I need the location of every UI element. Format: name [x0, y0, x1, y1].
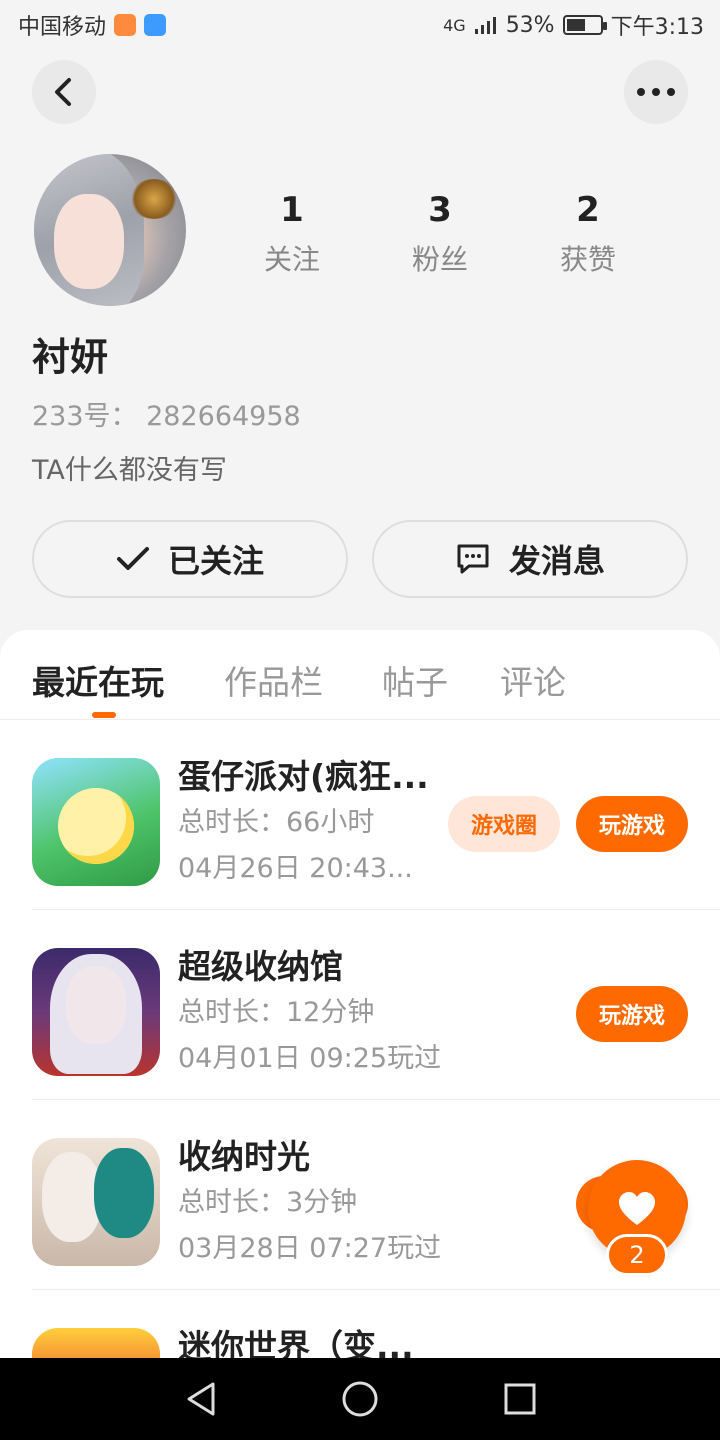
followed-button[interactable]: 已关注	[32, 520, 348, 598]
game-icon[interactable]	[32, 1138, 160, 1266]
tab-comments[interactable]: 评论	[500, 656, 566, 704]
system-nav-bar	[0, 1358, 720, 1440]
tab-bar: 最近在玩 作品栏 帖子 评论	[0, 630, 720, 720]
game-title: 超级收纳馆	[178, 947, 343, 986]
tab-works[interactable]: 作品栏	[224, 656, 323, 704]
game-title: 蛋仔派对(疯狂...	[178, 757, 429, 796]
game-last-played: 03月28日 07:27玩过	[178, 1233, 442, 1264]
tab-recently-played[interactable]: 最近在玩	[32, 656, 164, 704]
more-button[interactable]	[624, 60, 688, 124]
game-duration: 总时长：12分钟	[178, 997, 375, 1028]
play-game-button[interactable]: 玩游戏	[576, 796, 688, 852]
checkmark-icon	[116, 547, 149, 570]
chat-bubble-icon	[457, 544, 489, 574]
game-list-item[interactable]: 蛋仔派对(疯狂... 总时长：66小时 04月26日 20:43... 游戏圈 …	[32, 720, 720, 910]
game-last-played: 04月01日 09:25玩过	[178, 1043, 442, 1074]
stat-value: 3	[428, 190, 452, 230]
more-dots-icon	[637, 88, 675, 96]
followed-label: 已关注	[167, 542, 264, 580]
game-icon[interactable]	[32, 948, 160, 1076]
battery-percent: 53%	[505, 12, 555, 38]
stat-following[interactable]: 1 关注	[232, 190, 352, 278]
game-circle-button[interactable]: 游戏圈	[448, 796, 560, 852]
send-message-button[interactable]: 发消息	[372, 520, 688, 598]
square-recents-icon	[504, 1383, 536, 1415]
battery-icon	[562, 15, 607, 35]
like-count-badge: 2	[606, 1234, 668, 1276]
profile-name: 衬妍	[32, 335, 109, 379]
stat-value: 1	[280, 190, 304, 230]
video-app-notification-icon	[114, 14, 137, 36]
stat-label: 获赞	[559, 243, 616, 276]
profile-stats: 1 关注 3 粉丝 2 获赞	[220, 190, 660, 290]
app-notification-icon	[144, 14, 167, 36]
chevron-left-icon	[55, 78, 71, 106]
game-duration: 总时长：3分钟	[178, 1187, 358, 1218]
stat-followers[interactable]: 3 粉丝	[380, 190, 500, 278]
stat-value: 2	[576, 190, 600, 230]
triangle-back-icon	[187, 1382, 215, 1416]
nav-home-button[interactable]	[339, 1378, 381, 1420]
stat-likes[interactable]: 2 获赞	[528, 190, 648, 278]
profile-bio: TA什么都没有写	[32, 455, 227, 486]
game-list-item[interactable]: 超级收纳馆 总时长：12分钟 04月01日 09:25玩过 玩游戏	[32, 910, 720, 1100]
clock: 下午3:13	[610, 15, 704, 40]
nav-recents-button[interactable]	[499, 1378, 541, 1420]
avatar[interactable]	[34, 154, 186, 306]
active-tab-indicator	[92, 712, 116, 718]
heart-icon	[619, 1192, 655, 1225]
network-type-label: 4G	[443, 15, 466, 35]
game-icon[interactable]	[32, 758, 160, 886]
stat-label: 关注	[263, 243, 320, 276]
play-game-button[interactable]: 玩游戏	[576, 986, 688, 1042]
game-list-item[interactable]: 迷你世界（变...	[32, 1290, 720, 1358]
tab-posts[interactable]: 帖子	[382, 656, 448, 704]
profile-uid: 233号： 282664958	[32, 401, 301, 432]
carrier-label: 中国移动	[18, 15, 107, 40]
signal-icon	[474, 17, 496, 34]
game-icon[interactable]	[32, 1328, 160, 1358]
back-button[interactable]	[32, 60, 96, 124]
game-title: 迷你世界（变...	[178, 1327, 414, 1358]
game-last-played: 04月26日 20:43...	[178, 853, 413, 884]
game-title: 收纳时光	[178, 1137, 310, 1176]
game-duration: 总时长：66小时	[178, 807, 375, 838]
stat-label: 粉丝	[411, 243, 468, 276]
nav-back-button[interactable]	[180, 1378, 222, 1420]
circle-home-icon	[342, 1381, 378, 1417]
send-message-label: 发消息	[508, 542, 605, 580]
status-bar: 中国移动 4G 53% 下午3:13	[0, 0, 720, 50]
